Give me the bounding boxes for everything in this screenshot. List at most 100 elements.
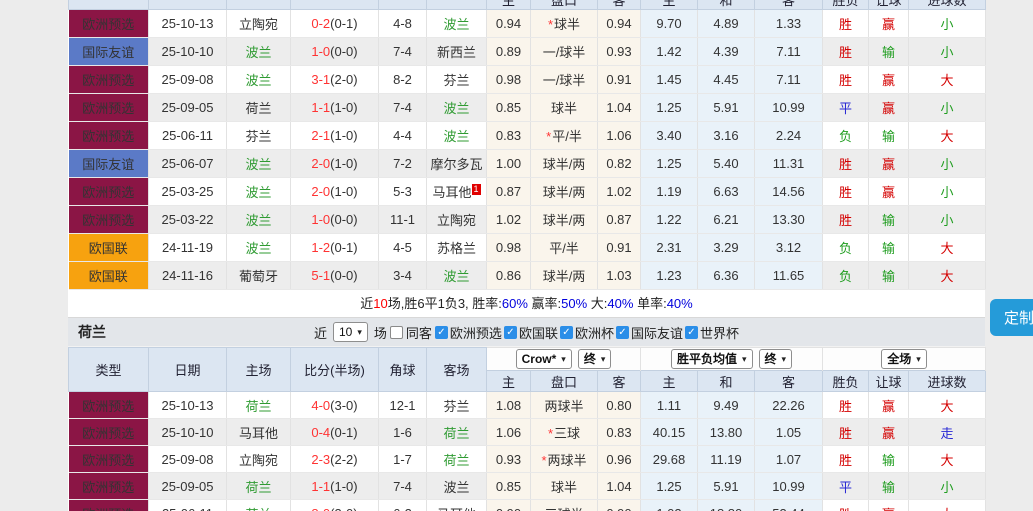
goals-result-cell: 大 [908,121,987,150]
handicap-line-cell: *平/半 [530,121,598,150]
lose-odds-cell: 53.44 [754,499,824,511]
score-cell: 3-1(2-0) [290,65,379,94]
date-cell: 25-03-25 [148,177,227,206]
away-team-cell: 摩尔多瓦 [426,149,487,178]
handicap-home-odds-cell: 0.86 [486,261,531,290]
draw-odds-cell: 11.19 [697,445,755,473]
league-checkbox[interactable]: ✓ [559,325,573,339]
lose-odds-cell: 10.99 [754,472,824,500]
handicap-line-cell: 一/球半 [530,65,598,94]
team-name: 波兰 [245,157,272,172]
fulltime-score: 2-3 [311,451,331,467]
dropdown-value: Crow* [521,351,557,366]
league-cell: 国际友谊 [68,37,149,66]
lose-odds-cell: 7.11 [754,37,824,66]
table-row: 欧洲预选 25-03-25 波兰 2-0(1-0) 5-3 马耳他 1 0.87 球半/两 1.0… [68,177,987,206]
team-name: 波兰 [245,213,272,228]
handicap-line-cell: *球半 [530,9,598,38]
score-cell: 1-1(1-0) [290,93,379,122]
halftime-score: (0-1) [330,16,358,31]
fulltime-score: 4-0 [311,397,331,413]
customize-button[interactable]: 定制 [990,299,1033,336]
fulltime-score: 2-0 [311,184,331,199]
same-away-checkbox[interactable] [389,325,403,339]
lose-odds-cell: 14.56 [754,177,824,206]
halftime-score: (1-0) [330,478,358,494]
home-team-cell: 波兰 [226,65,291,94]
result-cell: 平 [822,472,870,500]
halftime-score: (2-2) [330,451,358,467]
lose-odds-cell: 2.24 [754,121,824,150]
team-name: 荷兰 [245,479,272,495]
halftime-score: (0-1) [330,240,358,255]
handicap-away-odds-cell: 0.83 [597,418,641,446]
away-team-cell: 新西兰 [426,37,487,66]
goals-result-cell: 小 [908,472,987,500]
result-cell: 胜 [822,177,870,206]
scope-select[interactable]: 全场 ▾ [881,349,927,369]
fulltime-score: 0-4 [311,424,331,440]
star-icon: * [541,452,547,468]
bookmaker-select[interactable]: Crow* ▾ [515,349,572,369]
halftime-score: (0-0) [330,44,358,59]
column-header: 主 [486,0,531,10]
table-row: 欧洲预选 25-10-13 立陶宛 0-2(0-1) 4-8 波兰 0.94 *球半 0.94 9… [68,9,987,38]
netherlands-matches-table: 类型 日期 主场 比分(半场) 角球 客场 Crow* ▾ 终 ▾ 胜平负均值 ▾ 终 ▾ 全场 ▾ 主盘口客主… [68,347,987,511]
halftime-score: (0-0) [330,268,358,283]
summary-text: 40% [666,296,693,311]
away-team-cell: 苏格兰 [426,233,487,262]
score-cell: 8-0(3-0) [290,499,379,511]
league-checkbox[interactable]: ✓ [434,325,448,339]
date-cell: 25-09-08 [148,65,227,94]
halftime-score: (1-0) [330,100,358,115]
home-team-cell: 波兰 [226,37,291,66]
team-name: 波兰 [443,101,470,116]
column-header: 让球 [868,370,910,392]
column-header: 胜负 [822,0,870,10]
league-cell: 欧洲预选 [68,65,149,94]
league-checkbox[interactable]: ✓ [684,325,698,339]
team-name: 芬兰 [443,73,470,88]
score-cell: 2-0(1-0) [290,177,379,206]
corner-cell: 8-2 [378,65,427,94]
team-name: 立陶宛 [238,17,278,32]
result-cell: 负 [822,233,870,262]
date-cell: 25-10-10 [148,37,227,66]
away-team-cell: 马耳他 [426,499,487,511]
home-team-cell: 波兰 [226,233,291,262]
summary-text: 10 [373,296,388,311]
summary-text: 近 [360,296,374,311]
corner-cell: 3-4 [378,261,427,290]
table-row: 欧洲预选 25-10-13 荷兰 4-0(3-0) 12-1 芬兰 1.08 两球半 0.80 1… [68,391,987,419]
league-checkbox[interactable]: ✓ [615,325,629,339]
away-team-cell: 立陶宛 [426,205,487,234]
handicap-result-cell: 输 [868,121,910,150]
halftime-score: (1-0) [330,128,358,143]
score-cell: 1-0(0-0) [290,37,379,66]
date-cell: 25-09-08 [148,445,227,473]
handicap-result-cell: 赢 [868,418,910,446]
result-cell: 平 [822,93,870,122]
bookmaker-select[interactable]: 胜平负均值 ▾ [670,349,753,369]
draw-odds-cell: 6.21 [697,205,755,234]
period-select[interactable]: 终 ▾ [577,349,612,369]
away-team-cell: 荷兰 [426,418,487,446]
draw-odds-cell: 4.89 [697,9,755,38]
period-select[interactable]: 终 ▾ [758,349,793,369]
draw-odds-cell: 4.39 [697,37,755,66]
win-odds-cell: 1.25 [640,472,698,500]
team-name: 芬兰 [245,129,272,144]
column-header: 和 [697,0,755,10]
summary-text: 大: [587,296,608,311]
team-name: 波兰 [245,73,272,88]
handicap-result-cell: 赢 [868,65,910,94]
recent-count-select[interactable]: 10 ▾ [333,322,368,342]
corner-cell: 12-1 [378,391,427,419]
handicap-line-cell: 球半/两 [530,177,598,206]
fulltime-score: 1-1 [311,478,331,494]
handicap-result-cell: 赢 [868,93,910,122]
corner-cell: 4-8 [378,9,427,38]
league-checkbox[interactable]: ✓ [503,325,517,339]
column-header: 角球 [378,0,427,10]
result-cell: 负 [822,121,870,150]
